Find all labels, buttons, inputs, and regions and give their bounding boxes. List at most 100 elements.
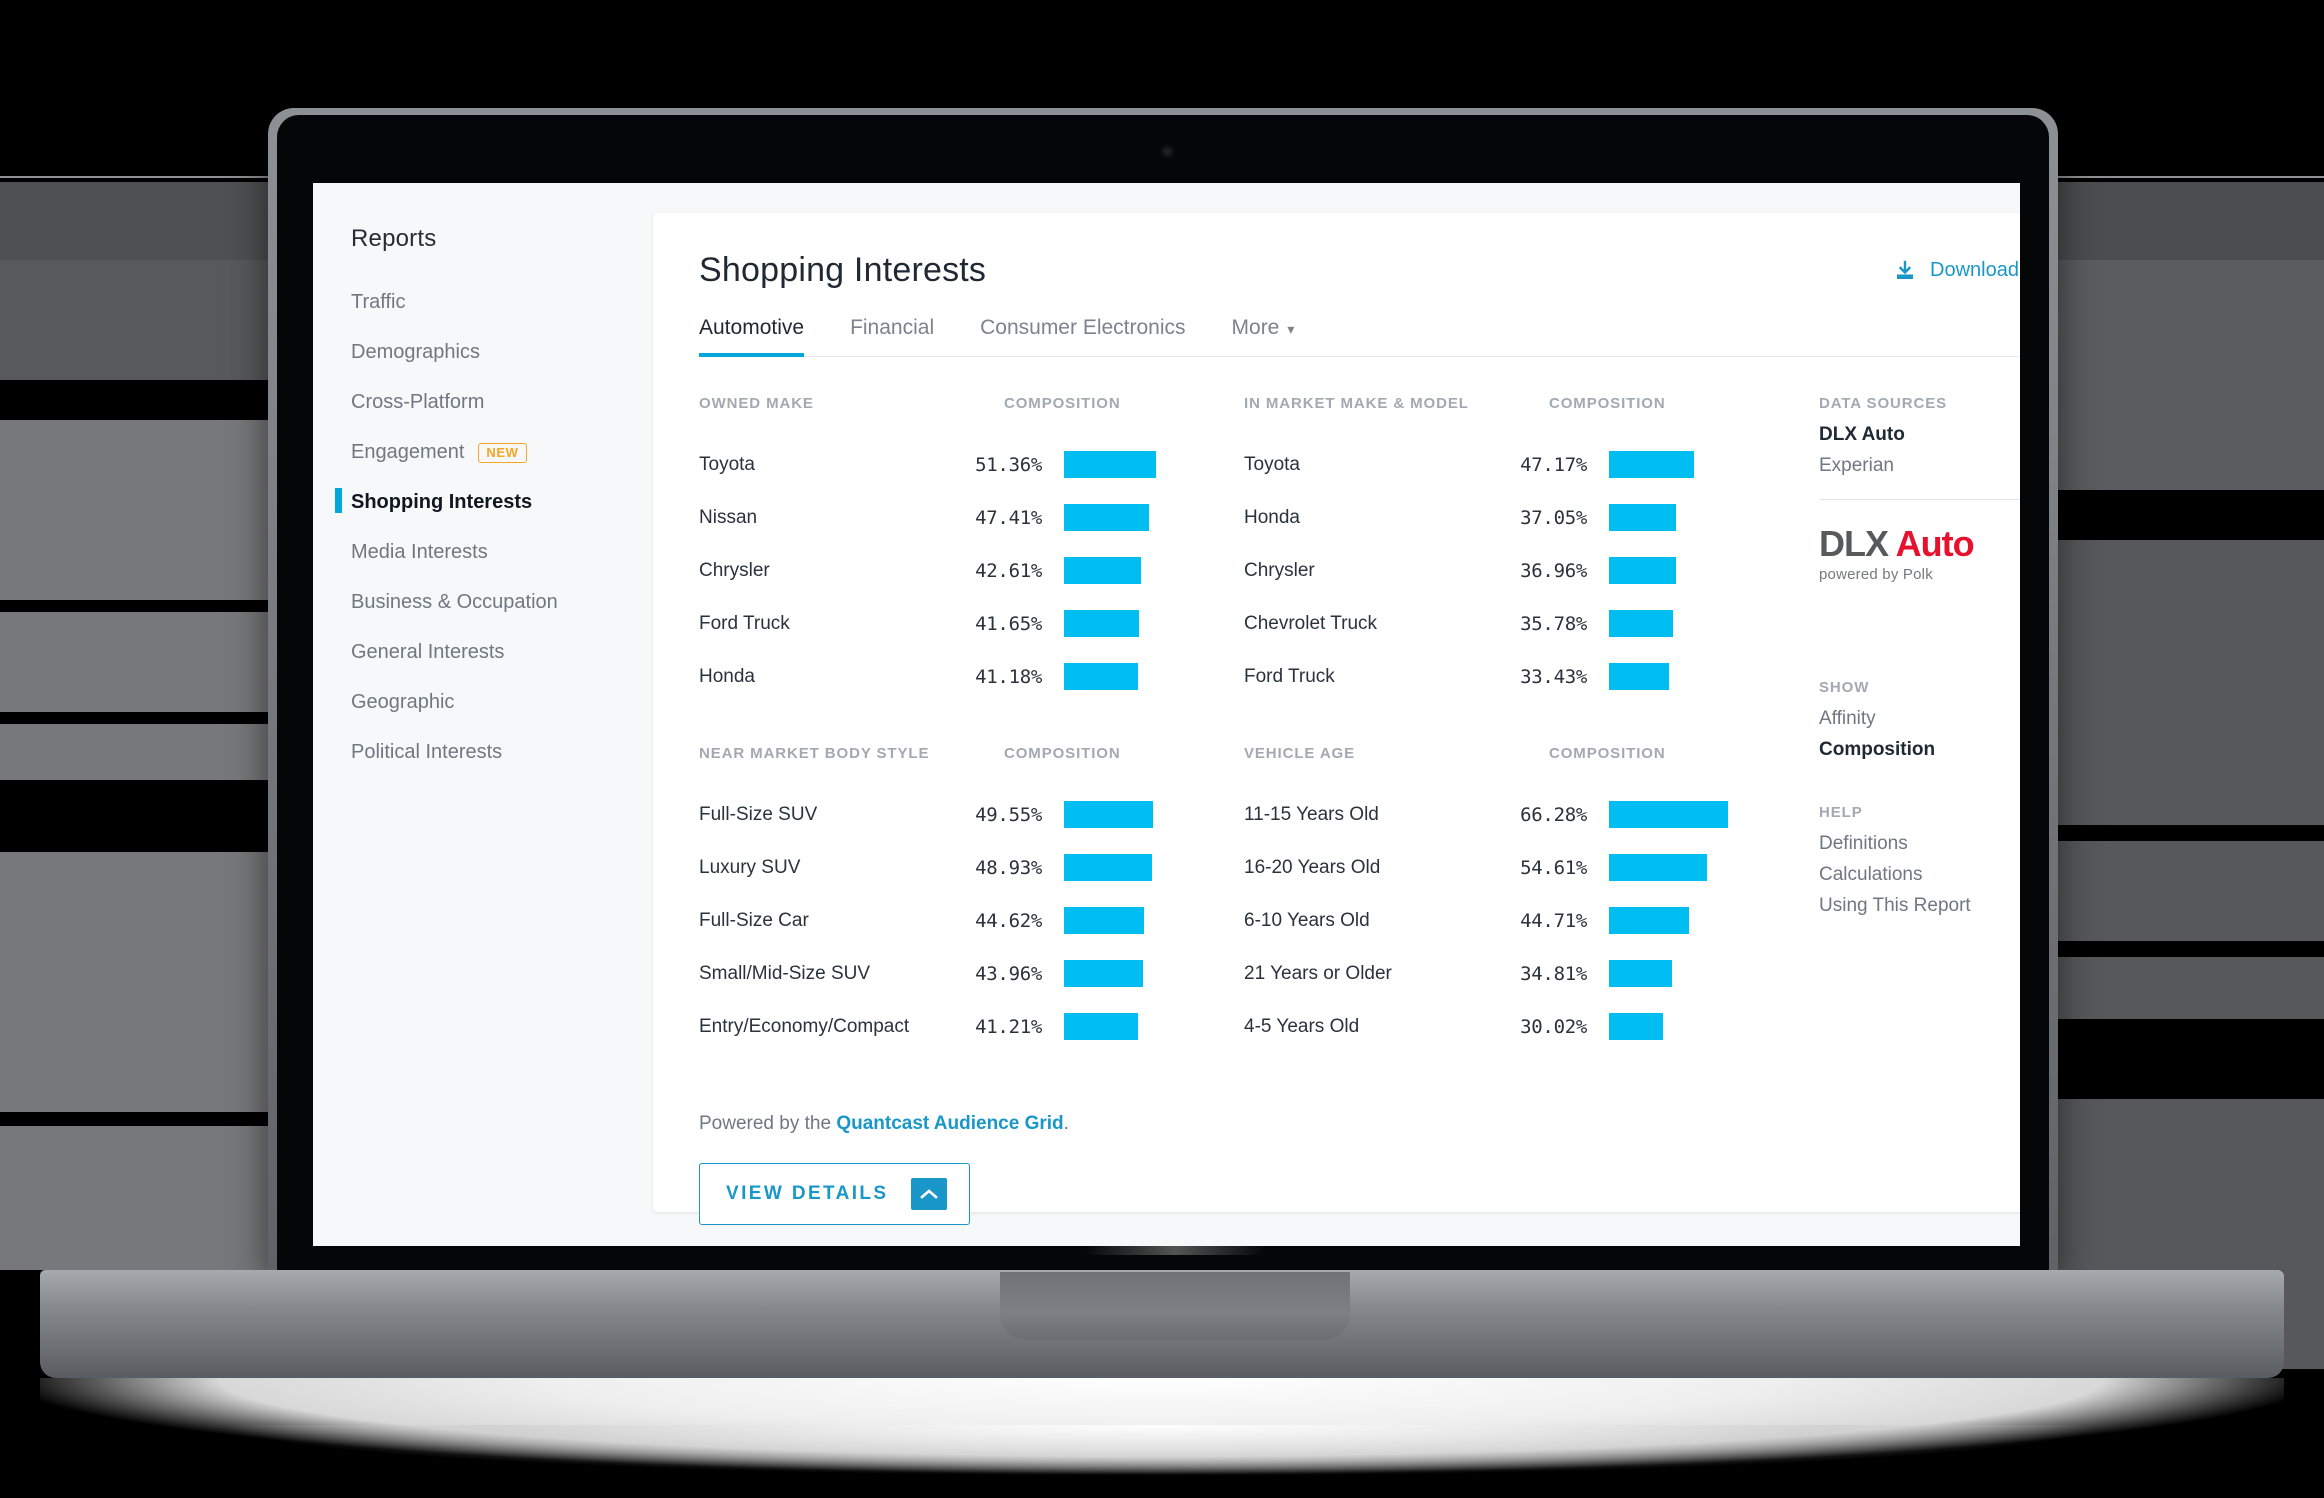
row-label: Chevrolet Truck <box>1244 612 1378 634</box>
row-bar-track <box>1609 960 1789 987</box>
download-label: Download <box>1930 259 2019 281</box>
sidebar-item-label: Demographics <box>351 341 480 363</box>
logo-wordmark: DLX Auto <box>1819 526 2019 562</box>
sidebar-list: Traffic Demographics Cross-Platform Enga… <box>335 291 653 764</box>
table-row: 11-15 Years Old 66.28% <box>1244 788 1789 841</box>
help-link-definitions[interactable]: Definitions <box>1819 833 2019 855</box>
view-details-label: VIEW DETAILS <box>726 1183 889 1204</box>
tab-label: More <box>1231 316 1280 339</box>
row-bar-track <box>1064 451 1244 478</box>
column-left: OWNED MAKE COMPOSITION Toyota 51.36% Nis… <box>699 395 1244 1095</box>
row-value: 35.78% <box>1520 612 1587 635</box>
card-header: Shopping Interests Download <box>699 251 2019 290</box>
sidebar-item-label: General Interests <box>351 641 505 663</box>
row-label: 4-5 Years Old <box>1244 1015 1360 1037</box>
sidebar-item-traffic[interactable]: Traffic <box>343 291 653 314</box>
table-row: Ford Truck 33.43% <box>1244 650 1789 703</box>
powered-by-text: Powered by the Quantcast Audience Grid. <box>699 1113 2019 1135</box>
row-value: 44.62% <box>975 909 1042 932</box>
table-row: 16-20 Years Old 54.61% <box>1244 841 1789 894</box>
webcam-icon <box>1160 144 1175 159</box>
sidebar-item-political-interests[interactable]: Political Interests <box>343 741 653 764</box>
table-in-market-make-model: IN MARKET MAKE & MODEL COMPOSITION Toyot… <box>1244 395 1789 703</box>
column-header-category: OWNED MAKE <box>699 395 814 412</box>
row-value: 37.05% <box>1520 506 1587 529</box>
rail-spacer <box>1819 583 2019 679</box>
report-card: Shopping Interests Download Automotive F… <box>653 213 2020 1225</box>
row-bar-track <box>1064 960 1244 987</box>
sidebar-item-label: Business & Occupation <box>351 591 558 613</box>
rail-spacer <box>1819 770 2019 804</box>
table-row: Toyota 51.36% <box>699 438 1244 491</box>
row-bar-track <box>1609 451 1789 478</box>
row-bar-track <box>1064 801 1244 828</box>
table-row: 21 Years or Older 34.81% <box>1244 947 1789 1000</box>
table-row: Honda 41.18% <box>699 650 1244 703</box>
help-link-calculations[interactable]: Calculations <box>1819 864 2019 886</box>
sidebar-item-general-interests[interactable]: General Interests <box>343 641 653 664</box>
row-label: Small/Mid-Size SUV <box>699 962 871 984</box>
view-details-button[interactable]: VIEW DETAILS <box>699 1163 970 1225</box>
row-bar <box>1064 451 1156 478</box>
table-row: Entry/Economy/Compact 41.21% <box>699 1000 1244 1053</box>
row-label: 21 Years or Older <box>1244 962 1392 984</box>
quantcast-audience-grid-link[interactable]: Quantcast Audience Grid <box>836 1113 1063 1134</box>
divider <box>1819 499 2019 500</box>
sidebar-item-engagement[interactable]: Engagement NEW <box>343 441 653 464</box>
row-bar <box>1609 451 1694 478</box>
app-window: Reports Traffic Demographics Cross-Platf… <box>313 183 2020 1246</box>
sidebar-item-cross-platform[interactable]: Cross-Platform <box>343 391 653 414</box>
table-row: Small/Mid-Size SUV 43.96% <box>699 947 1244 1000</box>
screen: Reports Traffic Demographics Cross-Platf… <box>313 183 2020 1246</box>
laptop-foot-shade <box>60 1425 2264 1485</box>
column-header-composition: COMPOSITION <box>1549 395 1666 412</box>
page-title: Shopping Interests <box>699 251 987 289</box>
column-header-category: IN MARKET MAKE & MODEL <box>1244 395 1469 412</box>
tab-bar: Automotive Financial Consumer Electronic… <box>699 316 2019 357</box>
table-row: Honda 37.05% <box>1244 491 1789 544</box>
tab-label: Consumer Electronics <box>980 316 1186 339</box>
right-rail: DATA SOURCES DLX Auto Experian DLX Auto … <box>1789 395 2019 1095</box>
tab-financial[interactable]: Financial <box>850 316 934 356</box>
show-option-composition[interactable]: Composition <box>1819 739 2019 761</box>
row-bar <box>1064 960 1143 987</box>
row-value: 54.61% <box>1520 856 1587 879</box>
row-value: 34.81% <box>1520 962 1587 985</box>
tab-label: Automotive <box>699 316 805 339</box>
show-header: SHOW <box>1819 679 1870 696</box>
download-icon <box>1894 260 1916 282</box>
sidebar-item-demographics[interactable]: Demographics <box>343 341 653 364</box>
row-bar-track <box>1609 663 1789 690</box>
tab-automotive[interactable]: Automotive <box>699 316 805 357</box>
screenshot-stage: Reports Traffic Demographics Cross-Platf… <box>0 0 2324 1498</box>
row-bar-track <box>1064 557 1244 584</box>
sidebar-item-media-interests[interactable]: Media Interests <box>343 541 653 564</box>
row-value: 43.96% <box>975 962 1042 985</box>
sidebar-item-geographic[interactable]: Geographic <box>343 691 653 714</box>
help-link-using-this-report[interactable]: Using This Report <box>1819 895 2019 917</box>
sidebar-item-label: Geographic <box>351 691 455 713</box>
tab-more[interactable]: More ▾ <box>1232 316 1295 356</box>
sidebar-item-business-occupation[interactable]: Business & Occupation <box>343 591 653 614</box>
show-option-affinity[interactable]: Affinity <box>1819 708 2019 730</box>
row-bar <box>1064 801 1153 828</box>
row-value: 49.55% <box>975 803 1042 826</box>
row-label: Entry/Economy/Compact <box>699 1015 910 1037</box>
tab-consumer-electronics[interactable]: Consumer Electronics <box>980 316 1185 356</box>
table-row: 4-5 Years Old 30.02% <box>1244 1000 1789 1053</box>
table-row: Chrysler 36.96% <box>1244 544 1789 597</box>
row-value: 48.93% <box>975 856 1042 879</box>
row-label: Honda <box>1244 506 1300 528</box>
row-label: Chrysler <box>1244 559 1315 581</box>
sidebar-item-label: Shopping Interests <box>351 491 533 513</box>
new-badge: NEW <box>478 442 527 463</box>
row-label: Chrysler <box>699 559 770 581</box>
row-bar-track <box>1609 854 1789 881</box>
download-button[interactable]: Download <box>1894 259 2019 282</box>
row-label: Toyota <box>1244 453 1300 475</box>
sidebar-item-shopping-interests[interactable]: Shopping Interests <box>335 488 653 514</box>
tables-grid: OWNED MAKE COMPOSITION Toyota 51.36% Nis… <box>653 395 2020 1095</box>
row-value: 42.61% <box>975 559 1042 582</box>
row-bar-track <box>1609 801 1789 828</box>
table-row: Toyota 47.17% <box>1244 438 1789 491</box>
